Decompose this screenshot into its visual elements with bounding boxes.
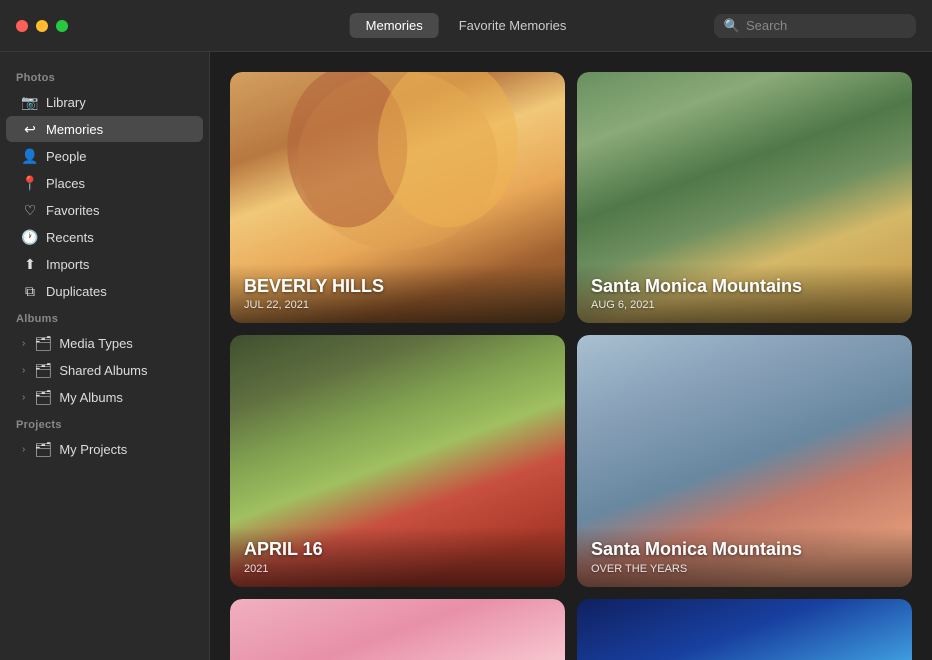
memory-card-card-2[interactable]: Santa Monica MountainsAUG 6, 2021 [577, 72, 912, 323]
sidebar-item-duplicates[interactable]: ⧉ Duplicates [6, 278, 203, 304]
sidebar-item-memories[interactable]: ↩ Memories [6, 116, 203, 142]
my-projects-icon: 🗂 [35, 441, 51, 457]
sidebar-item-places[interactable]: 📍 Places [6, 170, 203, 196]
sidebar-item-media-types[interactable]: › 🗂 Media Types [6, 330, 203, 356]
maximize-button[interactable] [56, 20, 68, 32]
memory-card-overlay-card-1: BEVERLY HILLSJUL 22, 2021 [230, 264, 565, 324]
people-icon: 👤 [22, 148, 38, 164]
content-area: BEVERLY HILLSJUL 22, 2021Santa Monica Mo… [210, 52, 932, 660]
memory-card-subtitle-card-1: JUL 22, 2021 [244, 299, 551, 311]
sidebar-item-shared-albums[interactable]: › 🗂 Shared Albums [6, 357, 203, 383]
sidebar-item-my-albums[interactable]: › 🗂 My Albums [6, 384, 203, 410]
window-controls [16, 20, 68, 32]
memory-card-title-card-1: BEVERLY HILLS [244, 276, 551, 298]
sidebar-item-favorites[interactable]: ♡ Favorites [6, 197, 203, 223]
titlebar-tabs: Memories Favorite Memories [350, 13, 583, 38]
duplicates-icon: ⧉ [22, 283, 38, 299]
search-bar: 🔍 [714, 14, 916, 38]
memory-card-card-4[interactable]: Santa Monica Mountains OVER THE YEARS [577, 335, 912, 586]
sidebar-item-imports[interactable]: ⬆ Imports [6, 251, 203, 277]
memory-card-overlay-card-2: Santa Monica MountainsAUG 6, 2021 [577, 264, 912, 324]
titlebar: Memories Favorite Memories 🔍 [0, 0, 932, 52]
sidebar-item-label-library: Library [46, 95, 86, 110]
memory-card-subtitle-card-3: 2021 [244, 563, 551, 575]
sidebar-item-label-recents: Recents [46, 230, 94, 245]
memories-icon: ↩ [22, 121, 38, 137]
sidebar-section-projects: Projects [0, 411, 209, 435]
chevron-icon-shared-albums: › [22, 365, 25, 376]
memory-card-card-5[interactable]: Beverly HillsJUL 28, 2021 [230, 599, 565, 660]
memory-card-card-6[interactable] [577, 599, 912, 660]
memory-card-overlay-card-4: Santa Monica Mountains OVER THE YEARS [577, 527, 912, 587]
chevron-icon-my-albums: › [22, 392, 25, 403]
sidebar-item-people[interactable]: 👤 People [6, 143, 203, 169]
sidebar-item-label-my-projects: My Projects [59, 442, 127, 457]
sidebar-item-label-people: People [46, 149, 86, 164]
close-button[interactable] [16, 20, 28, 32]
library-icon: 📷 [22, 94, 38, 110]
places-icon: 📍 [22, 175, 38, 191]
favorites-icon: ♡ [22, 202, 38, 218]
tab-memories[interactable]: Memories [350, 13, 439, 38]
sidebar-section-photos: Photos [0, 64, 209, 88]
minimize-button[interactable] [36, 20, 48, 32]
search-icon: 🔍 [724, 18, 740, 34]
shared-albums-icon: 🗂 [35, 362, 51, 378]
sidebar-item-label-duplicates: Duplicates [46, 284, 107, 299]
search-input[interactable] [746, 18, 906, 33]
sidebar-item-label-my-albums: My Albums [59, 390, 123, 405]
memory-card-title-card-2: Santa Monica Mountains [591, 276, 898, 298]
imports-icon: ⬆ [22, 256, 38, 272]
sidebar: Photos 📷 Library ↩ Memories 👤 People 📍 Places ♡ Fa… [0, 52, 210, 660]
main-layout: Photos 📷 Library ↩ Memories 👤 People 📍 Places ♡ Fa… [0, 52, 932, 660]
my-albums-icon: 🗂 [35, 389, 51, 405]
sidebar-item-my-projects[interactable]: › 🗂 My Projects [6, 436, 203, 462]
memory-card-card-1[interactable]: BEVERLY HILLSJUL 22, 2021 [230, 72, 565, 323]
sidebar-item-library[interactable]: 📷 Library [6, 89, 203, 115]
media-types-icon: 🗂 [35, 335, 51, 351]
memory-grid: BEVERLY HILLSJUL 22, 2021Santa Monica Mo… [230, 72, 912, 660]
tab-favorite-memories[interactable]: Favorite Memories [443, 13, 583, 38]
sidebar-item-label-shared-albums: Shared Albums [59, 363, 147, 378]
recents-icon: 🕐 [22, 229, 38, 245]
memory-card-title-card-3: APRIL 16 [244, 539, 551, 561]
memory-card-card-3[interactable]: APRIL 16 2021 [230, 335, 565, 586]
chevron-icon-my-projects: › [22, 444, 25, 455]
sidebar-item-label-favorites: Favorites [46, 203, 99, 218]
sidebar-section-albums: Albums [0, 305, 209, 329]
memory-card-subtitle-card-4: OVER THE YEARS [591, 563, 898, 575]
memory-card-bg-card-6 [577, 599, 912, 660]
sidebar-item-label-media-types: Media Types [59, 336, 132, 351]
memory-card-overlay-card-3: APRIL 16 2021 [230, 527, 565, 587]
memory-card-subtitle-card-2: AUG 6, 2021 [591, 299, 898, 311]
sidebar-item-label-imports: Imports [46, 257, 89, 272]
memory-card-bg-card-5 [230, 599, 565, 660]
memory-card-title-card-4: Santa Monica Mountains [591, 539, 898, 561]
sidebar-item-recents[interactable]: 🕐 Recents [6, 224, 203, 250]
chevron-icon-media-types: › [22, 338, 25, 349]
sidebar-item-label-places: Places [46, 176, 85, 191]
sidebar-item-label-memories: Memories [46, 122, 103, 137]
